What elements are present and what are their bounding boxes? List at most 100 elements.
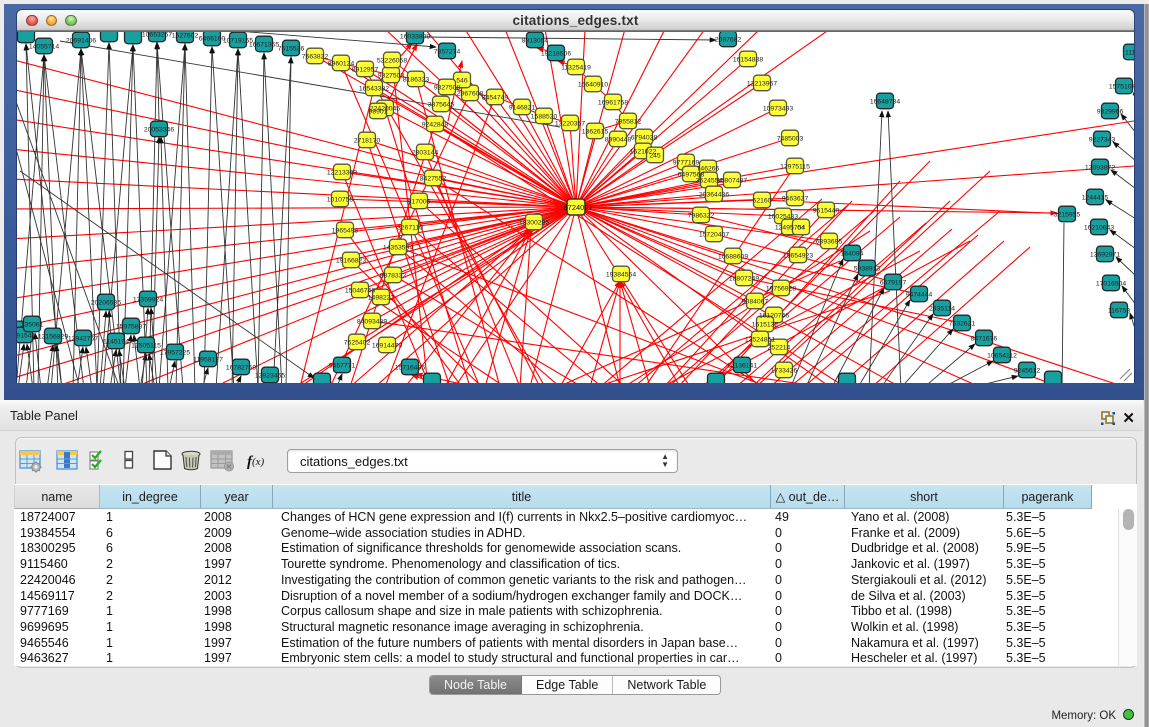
svg-text:10973493: 10973493 (763, 106, 793, 113)
svg-text:6466160: 6466160 (199, 36, 226, 43)
svg-text:1010755: 1010755 (327, 197, 354, 204)
svg-text:9463627: 9463627 (782, 196, 809, 203)
svg-text:8878332: 8878332 (380, 273, 407, 280)
svg-text:16154838: 16154838 (733, 57, 763, 64)
svg-text:19756928: 19756928 (766, 286, 796, 293)
svg-text:7857274: 7857274 (434, 49, 461, 56)
svg-text:17016504: 17016504 (1096, 281, 1126, 288)
svg-text:20691406: 20691406 (66, 38, 96, 45)
svg-text:8471676: 8471676 (971, 336, 998, 343)
svg-text:10653267: 10653267 (142, 32, 172, 39)
svg-text:1498222: 1498222 (368, 295, 395, 302)
svg-text:7485003: 7485003 (777, 136, 804, 143)
svg-text:14055714: 14055714 (29, 44, 59, 51)
svg-text:9777169: 9777169 (673, 160, 700, 167)
svg-text:5938913: 5938913 (854, 266, 881, 273)
svg-text:116753: 116753 (1108, 308, 1130, 315)
svg-text:18300295: 18300295 (519, 220, 549, 227)
svg-text:15751074: 15751074 (1109, 84, 1134, 91)
svg-text:6679197: 6679197 (880, 280, 907, 287)
svg-text:20364436: 20364436 (699, 192, 729, 199)
svg-text:12942757: 12942757 (68, 336, 98, 343)
svg-text:9329966: 9329966 (1097, 109, 1124, 116)
svg-text:19654923: 19654923 (783, 253, 813, 260)
svg-text:8186323: 8186323 (403, 77, 430, 84)
svg-text:2087682: 2087682 (715, 37, 742, 44)
svg-text:2718170: 2718170 (354, 138, 381, 145)
svg-text:2967608: 2967608 (457, 91, 484, 98)
svg-text:546: 546 (456, 78, 468, 85)
svg-text:04: 04 (797, 225, 805, 232)
svg-text:9474444: 9474444 (906, 292, 933, 299)
svg-text:12975115: 12975115 (780, 164, 810, 171)
svg-text:8960124: 8960124 (328, 61, 355, 68)
svg-text:16120746: 16120746 (759, 313, 789, 320)
svg-text:1112: 1112 (1125, 50, 1134, 57)
svg-text:1145194: 1145194 (103, 339, 129, 346)
svg-text:84093489: 84093489 (357, 319, 387, 326)
svg-text:2803144: 2803144 (412, 150, 439, 157)
svg-text:7515526: 7515526 (278, 46, 305, 53)
svg-text:13524851: 13524851 (745, 337, 775, 344)
svg-text:7955812: 7955812 (615, 119, 642, 126)
svg-text:12505115: 12505115 (131, 343, 161, 350)
svg-text:8990448: 8990448 (605, 137, 632, 144)
svg-text:12093872: 12093872 (1085, 165, 1115, 172)
svg-text:1615132: 1615132 (752, 322, 779, 329)
svg-text:(x): (x) (252, 456, 265, 468)
svg-text:8813054: 8813054 (522, 38, 549, 45)
svg-text:10807487: 10807487 (717, 178, 747, 185)
svg-text:20206535: 20206535 (91, 300, 121, 307)
svg-text:12156829: 12156829 (38, 334, 68, 341)
svg-text:13692971: 13692971 (1090, 252, 1120, 259)
svg-text:7625402: 7625402 (344, 340, 371, 347)
svg-text:17359924: 17359924 (133, 297, 163, 304)
svg-text:6794028: 6794028 (631, 135, 658, 142)
svg-text:19218506: 19218506 (541, 51, 571, 58)
svg-text:917006: 917006 (408, 199, 431, 206)
svg-text:8454749: 8454749 (482, 95, 509, 102)
svg-text:16033809: 16033809 (400, 34, 430, 41)
svg-text:16961758: 16961758 (598, 100, 628, 107)
svg-text:16648784: 16648784 (870, 99, 900, 106)
svg-text:9146821: 9146821 (509, 105, 536, 112)
svg-text:12213967: 12213967 (747, 81, 777, 88)
svg-text:3215955: 3215955 (1054, 212, 1081, 219)
svg-text:18724007: 18724007 (559, 203, 592, 212)
svg-text:11958177: 11958177 (193, 357, 223, 364)
svg-text:16210643: 16210643 (1084, 225, 1114, 232)
svg-text:12213303: 12213303 (327, 170, 357, 177)
svg-text:62160: 62160 (753, 198, 772, 205)
svg-text:16914479: 16914479 (372, 343, 402, 350)
svg-text:15975887: 15975887 (116, 324, 146, 331)
svg-text:11325419: 11325419 (561, 65, 591, 72)
svg-text:1965498: 1965498 (332, 228, 359, 235)
svg-text:16543382: 16543382 (359, 86, 389, 93)
svg-text:14136141: 14136141 (727, 363, 757, 370)
svg-text:15720407: 15720407 (699, 232, 729, 239)
svg-text:1588520: 1588520 (531, 114, 558, 121)
svg-text:991541: 991541 (17, 333, 36, 340)
svg-text:8427552: 8427552 (420, 176, 447, 183)
svg-text:3267110: 3267110 (397, 225, 423, 232)
svg-text:9327508: 9327508 (434, 85, 461, 92)
svg-text:20053346: 20053346 (144, 127, 174, 134)
svg-text:8912957: 8912957 (352, 67, 379, 74)
svg-text:15640910: 15640910 (578, 82, 608, 89)
svg-text:164094: 164094 (841, 251, 864, 258)
svg-text:19384554: 19384554 (606, 272, 636, 279)
svg-text:14353594: 14353594 (383, 245, 413, 252)
svg-text:10025433: 10025433 (768, 214, 798, 221)
svg-text:10688609: 10688609 (718, 254, 748, 261)
svg-text:252214: 252214 (768, 345, 791, 352)
svg-text:16782759: 16782759 (226, 365, 256, 372)
svg-text:16671355: 16671355 (249, 42, 279, 49)
svg-text:1527602: 1527602 (172, 33, 199, 40)
svg-text:9457771: 9457771 (329, 363, 356, 370)
svg-text:1733426: 1733426 (771, 368, 798, 375)
svg-text:7663822: 7663822 (302, 54, 329, 61)
svg-text:9084067: 9084067 (742, 299, 769, 306)
svg-text:15716485: 15716485 (395, 365, 425, 372)
svg-text:135061: 135061 (21, 322, 44, 329)
svg-text:9242848: 9242848 (422, 122, 449, 129)
